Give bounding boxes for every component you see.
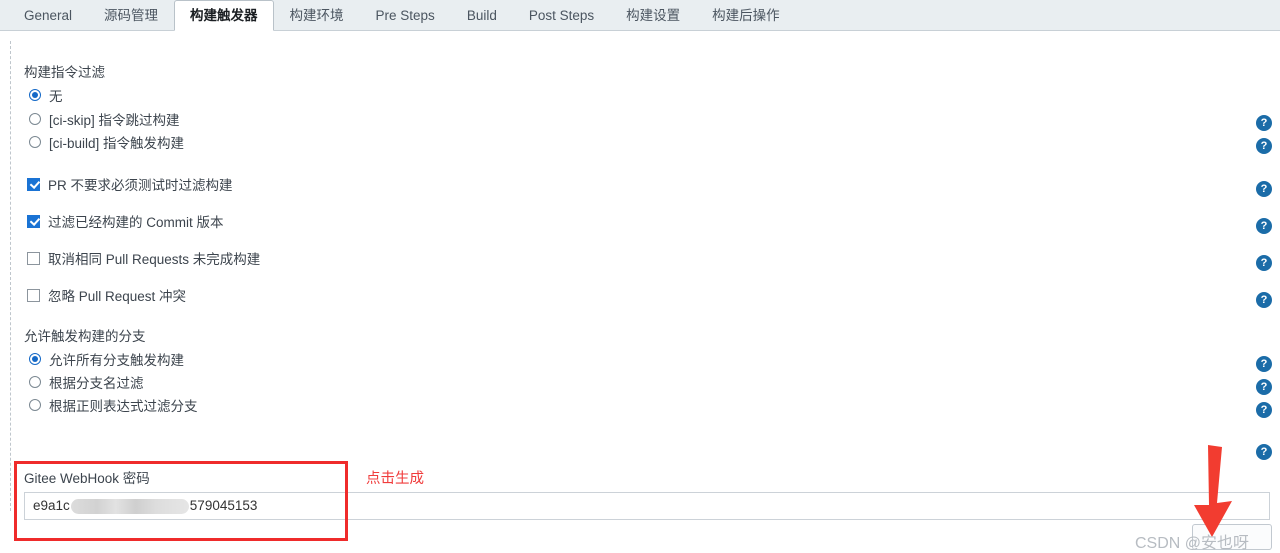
radio-row-none[interactable]: 无 xyxy=(29,85,63,105)
radio-row-ci-build[interactable]: [ci-build] 指令触发构建 xyxy=(29,132,184,152)
checkbox-ignore-pr-conflict[interactable] xyxy=(27,288,40,302)
checkbox-label-pr-no-test-required: PR 不要求必须测试时过滤构建 xyxy=(48,178,233,193)
form-guide-line xyxy=(10,41,11,511)
checkbox-label-cancel-same-pr: 取消相同 Pull Requests 未完成构建 xyxy=(48,252,261,267)
help-icon[interactable]: ? xyxy=(1256,181,1272,197)
radio-by-branch-name[interactable] xyxy=(29,376,41,388)
checkbox-label-filter-built-commit: 过滤已经构建的 Commit 版本 xyxy=(48,215,224,230)
section-title-branch-filter: 允许触发构建的分支 xyxy=(24,329,146,344)
tab-build[interactable]: Build xyxy=(451,0,513,30)
radio-by-regex[interactable] xyxy=(29,399,41,411)
help-icon[interactable]: ? xyxy=(1256,138,1272,154)
webhook-password-input[interactable]: e9a1c 579045153 xyxy=(24,492,1270,520)
tab-general[interactable]: General xyxy=(8,0,88,30)
section-title-command-filter: 构建指令过滤 xyxy=(24,65,105,80)
tab-build-settings[interactable]: 构建设置 xyxy=(610,0,696,30)
csdn-watermark: CSDN @安也呀 xyxy=(1135,535,1250,552)
generate-hint-annotation: 点击生成 xyxy=(366,471,424,487)
checkbox-cancel-same-pr[interactable] xyxy=(27,251,40,265)
webhook-value-suffix: 579045153 xyxy=(189,498,258,513)
webhook-password-label: Gitee WebHook 密码 xyxy=(24,471,150,486)
checkbox-label-ignore-pr-conflict: 忽略 Pull Request 冲突 xyxy=(48,289,187,304)
radio-ci-skip[interactable] xyxy=(29,113,41,125)
help-icon[interactable]: ? xyxy=(1256,356,1272,372)
build-triggers-panel: 构建指令过滤 无 [ci-skip] 指令跳过构建 [ci-build] 指令触… xyxy=(0,31,1280,552)
checkbox-row-pr-no-test-required[interactable]: PR 不要求必须测试时过滤构建 xyxy=(27,174,233,194)
checkbox-row-filter-built-commit[interactable]: 过滤已经构建的 Commit 版本 xyxy=(27,211,224,231)
radio-all-branches[interactable] xyxy=(29,353,41,365)
help-icon[interactable]: ? xyxy=(1256,402,1272,418)
help-icon[interactable]: ? xyxy=(1256,115,1272,131)
help-icon[interactable]: ? xyxy=(1256,292,1272,308)
tab-build-triggers[interactable]: 构建触发器 xyxy=(174,0,274,31)
radio-label-by-branch-name: 根据分支名过滤 xyxy=(49,376,144,391)
radio-row-all-branches[interactable]: 允许所有分支触发构建 xyxy=(29,349,184,369)
help-icon[interactable]: ? xyxy=(1256,218,1272,234)
checkbox-filter-built-commit[interactable] xyxy=(27,214,40,228)
help-icon[interactable]: ? xyxy=(1256,444,1272,460)
tab-build-environment[interactable]: 构建环境 xyxy=(274,0,360,30)
help-icon[interactable]: ? xyxy=(1256,379,1272,395)
radio-row-by-regex[interactable]: 根据正则表达式过滤分支 xyxy=(29,395,198,415)
config-tab-bar: General 源码管理 构建触发器 构建环境 Pre Steps Build … xyxy=(0,0,1280,31)
radio-label-none: 无 xyxy=(49,89,63,104)
radio-ci-build[interactable] xyxy=(29,136,41,148)
radio-row-ci-skip[interactable]: [ci-skip] 指令跳过构建 xyxy=(29,109,180,129)
radio-label-ci-skip: [ci-skip] 指令跳过构建 xyxy=(49,113,180,128)
checkbox-row-ignore-pr-conflict[interactable]: 忽略 Pull Request 冲突 xyxy=(27,285,186,305)
checkbox-row-cancel-same-pr[interactable]: 取消相同 Pull Requests 未完成构建 xyxy=(27,248,260,268)
radio-label-ci-build: [ci-build] 指令触发构建 xyxy=(49,136,185,151)
tab-post-build-actions[interactable]: 构建后操作 xyxy=(696,0,796,30)
radio-label-all-branches: 允许所有分支触发构建 xyxy=(49,353,184,368)
help-icon[interactable]: ? xyxy=(1256,255,1272,271)
radio-label-by-regex: 根据正则表达式过滤分支 xyxy=(49,399,198,414)
tab-post-steps[interactable]: Post Steps xyxy=(513,0,610,30)
radio-none[interactable] xyxy=(29,89,41,101)
checkbox-pr-no-test-required[interactable] xyxy=(27,177,40,191)
redaction-bar xyxy=(70,498,189,514)
webhook-value-prefix: e9a1c xyxy=(33,498,70,513)
tab-source-code-management[interactable]: 源码管理 xyxy=(88,0,174,30)
radio-row-by-branch-name[interactable]: 根据分支名过滤 xyxy=(29,372,144,392)
tab-pre-steps[interactable]: Pre Steps xyxy=(360,0,451,30)
